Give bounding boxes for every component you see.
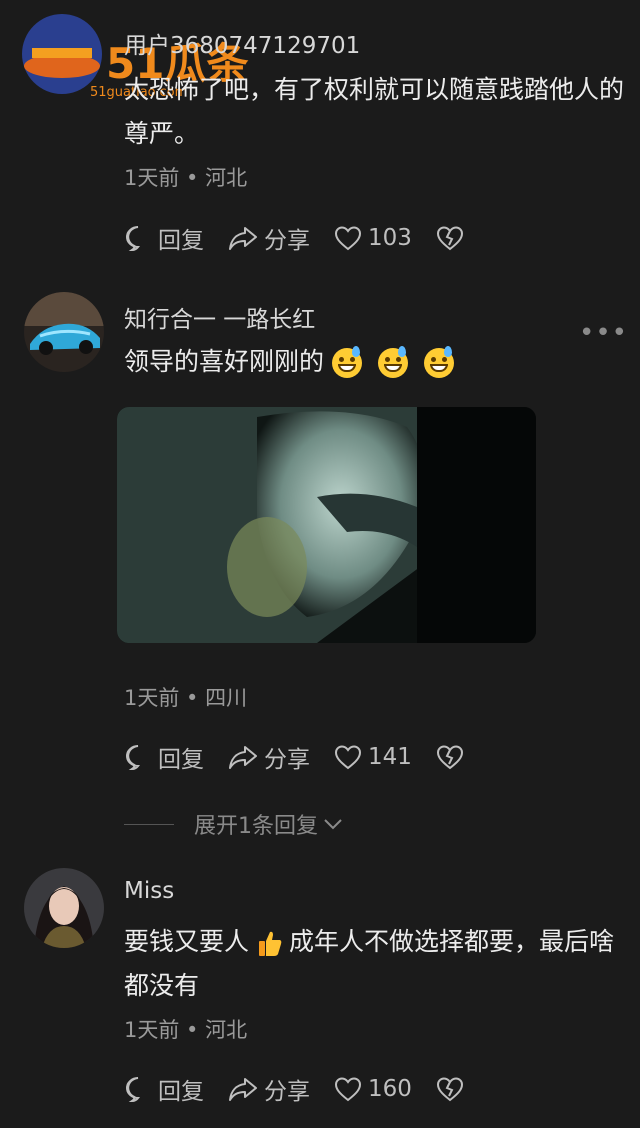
share-button[interactable]: 分享	[228, 740, 310, 774]
comment-username[interactable]: 用户3680747129701	[124, 26, 360, 60]
share-label: 分享	[264, 228, 310, 254]
expand-label: 展开1条回复	[194, 814, 318, 839]
reply-icon	[126, 745, 140, 771]
grinning-sweat-emoji	[378, 346, 409, 378]
comment-text-part: 要钱又要人	[124, 927, 250, 956]
share-label: 分享	[264, 747, 310, 773]
thumbs-up-emoji	[259, 931, 282, 956]
broken-heart-icon	[436, 1077, 463, 1102]
reply-button[interactable]: 回复	[124, 221, 204, 255]
comment-meta: 1天前 • 四川	[124, 686, 248, 710]
broken-heart-icon	[436, 226, 463, 251]
reply-button[interactable]: 回复	[124, 1072, 204, 1106]
divider	[124, 823, 174, 825]
reply-label: 回复	[158, 1079, 204, 1105]
comment-actions: 回复 分享 103	[124, 218, 494, 258]
comment-text-row: 要钱又要人 成年人不做选择都要，最后啥都没有	[124, 920, 624, 1008]
share-button[interactable]: 分享	[228, 1072, 310, 1106]
chevron-down-icon	[324, 819, 342, 830]
comment-username[interactable]: 知行合一 一路长红	[124, 300, 315, 334]
dislike-button[interactable]	[436, 1076, 470, 1102]
reply-label: 回复	[158, 747, 204, 773]
like-button[interactable]: 160	[334, 1076, 412, 1102]
dislike-button[interactable]	[436, 744, 470, 770]
like-button[interactable]: 103	[334, 225, 412, 251]
comment-text-row: 领导的喜好刚刚的	[124, 340, 624, 384]
share-button[interactable]: 分享	[228, 221, 310, 255]
share-icon	[229, 1078, 257, 1101]
reply-button[interactable]: 回复	[124, 740, 204, 774]
heart-icon	[334, 1077, 362, 1102]
comment-actions: 回复 分享 160	[124, 1069, 494, 1109]
share-icon	[229, 746, 257, 769]
like-button[interactable]: 141	[334, 744, 412, 770]
like-count: 160	[368, 1076, 412, 1102]
comment-image[interactable]	[117, 407, 536, 643]
reply-icon	[126, 226, 140, 252]
expand-replies-button[interactable]: 展开1条回复	[124, 808, 344, 840]
comment-meta: 1天前 • 河北	[124, 1018, 248, 1042]
reply-label: 回复	[158, 228, 204, 254]
grinning-sweat-emoji	[332, 346, 363, 378]
broken-heart-icon	[436, 745, 463, 770]
heart-icon	[334, 226, 362, 251]
avatar[interactable]	[24, 868, 104, 948]
like-count: 141	[368, 744, 412, 770]
comment-text: 领导的喜好刚刚的	[124, 347, 325, 376]
grinning-sweat-emoji	[424, 346, 455, 378]
heart-icon	[334, 745, 362, 770]
dislike-button[interactable]	[436, 225, 470, 251]
reply-icon	[126, 1077, 140, 1103]
avatar[interactable]	[24, 292, 104, 372]
comment-meta: 1天前 • 河北	[124, 166, 248, 190]
comment-username[interactable]: Miss	[124, 878, 174, 904]
like-count: 103	[368, 225, 412, 251]
share-icon	[229, 227, 257, 250]
comment-text: 太恐怖了吧，有了权利就可以随意践踏他人的尊严。	[124, 75, 625, 148]
share-label: 分享	[264, 1079, 310, 1105]
comment-actions: 回复 分享 141	[124, 737, 494, 777]
